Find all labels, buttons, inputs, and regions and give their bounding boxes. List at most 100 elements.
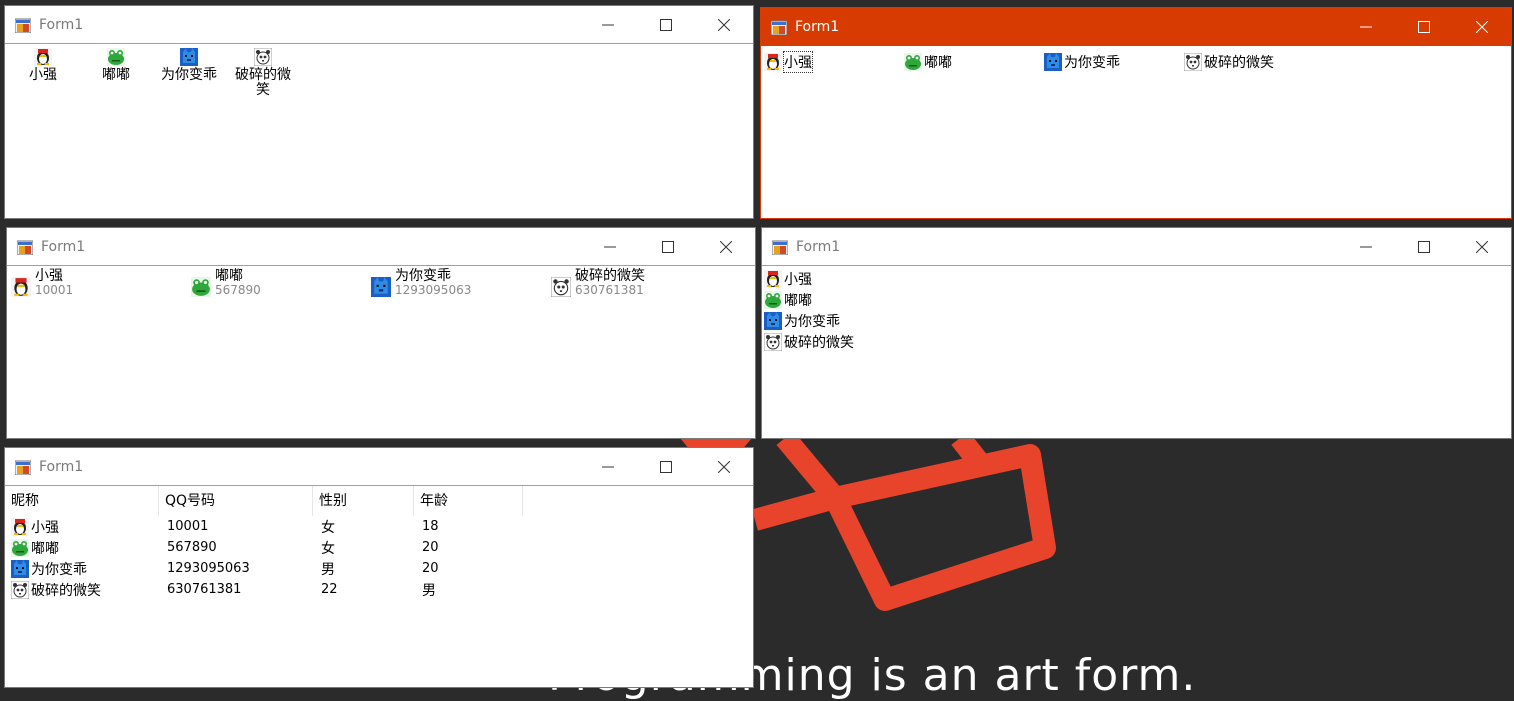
blue-cat-icon (764, 311, 782, 330)
close-button[interactable] (1453, 8, 1511, 45)
minimize-button[interactable] (1337, 8, 1395, 45)
item-qq-number: 567890 (215, 283, 261, 297)
title-bar[interactable]: Form1 (7, 228, 755, 266)
list-item[interactable]: 为你变乖 1293095063 (371, 269, 471, 297)
list-item[interactable]: 嘟嘟 (764, 289, 812, 310)
form1-window-details[interactable]: Form1 昵称 QQ号码 性别 年龄 小强 10001 女 18 嘟嘟 567… (4, 447, 754, 688)
list-item[interactable]: 为你变乖 (1044, 52, 1120, 72)
window-title: Form1 (39, 458, 84, 475)
title-bar[interactable]: Form1 (5, 448, 753, 486)
list-item[interactable]: 嘟嘟 567890 (191, 269, 261, 297)
panda-icon (764, 332, 782, 351)
form1-window-tile[interactable]: Form1 小强 10001 嘟嘟 567890 为你变乖 1293095063… (6, 227, 756, 439)
item-label: 嘟嘟 (102, 67, 130, 83)
green-frog-icon (764, 290, 782, 309)
form1-window-list[interactable]: Form1 小强 嘟嘟 为你变乖 破碎的微笑 (761, 227, 1512, 439)
blue-cat-icon (1044, 53, 1062, 71)
listview-tile[interactable]: 小强 10001 嘟嘟 567890 为你变乖 1293095063 破碎的微笑… (7, 266, 755, 438)
table-row[interactable]: 破碎的微笑 630761381 22 男 (5, 579, 753, 600)
list-item[interactable]: 小强 10001 (11, 269, 73, 297)
cell-age: 20 (422, 561, 439, 576)
close-button[interactable] (697, 228, 755, 265)
close-icon (1476, 20, 1488, 33)
minimize-button[interactable] (1337, 228, 1395, 265)
item-label-line-2: 笑 (256, 82, 270, 98)
column-header-gender[interactable]: 性别 (313, 486, 414, 516)
listview-list[interactable]: 小强 嘟嘟 为你变乖 破碎的微笑 (762, 266, 1511, 438)
list-item[interactable]: 破碎的微 笑 (227, 48, 299, 98)
close-button[interactable] (1453, 228, 1511, 265)
item-name: 破碎的微笑 (575, 268, 645, 284)
green-frog-icon (904, 53, 922, 71)
minimize-icon (604, 246, 616, 247)
minimize-button[interactable] (579, 448, 637, 485)
list-item[interactable]: 为你变乖 (764, 310, 840, 331)
column-header-age[interactable]: 年龄 (414, 486, 523, 516)
table-row[interactable]: 嘟嘟 567890 女 20 (5, 537, 753, 558)
cell-qq-number: 10001 (167, 519, 209, 534)
cell-age: 男 (422, 582, 436, 599)
cell-qq-number: 567890 (167, 540, 217, 555)
minimize-icon (602, 466, 614, 467)
list-item[interactable]: 小强 (764, 51, 813, 73)
form1-window-large-icon[interactable]: Form1 小强 嘟嘟 为你变乖 破碎的微 笑 (4, 5, 754, 219)
maximize-button[interactable] (1395, 8, 1453, 45)
maximize-icon (662, 240, 674, 253)
cell-gender: 女 (321, 519, 335, 536)
close-icon (1476, 240, 1488, 253)
list-item[interactable]: 破碎的微笑 (1184, 52, 1274, 72)
maximize-icon (660, 460, 672, 473)
blue-cat-icon (371, 277, 391, 297)
close-button[interactable] (695, 448, 753, 485)
column-header-row: 昵称 QQ号码 性别 年龄 (5, 486, 753, 516)
cell-nickname: 破碎的微笑 (31, 582, 101, 599)
app-icon (771, 20, 787, 35)
close-button[interactable] (695, 6, 753, 43)
window-title: Form1 (796, 238, 841, 255)
green-frog-icon (107, 48, 125, 66)
qq-penguin-icon (11, 277, 31, 297)
item-label: 嘟嘟 (784, 292, 812, 309)
cell-gender: 女 (321, 540, 335, 557)
list-item[interactable]: 嘟嘟 (80, 48, 152, 83)
cell-gender: 22 (321, 582, 338, 597)
window-title: Form1 (41, 238, 86, 255)
minimize-button[interactable] (579, 6, 637, 43)
listview-large-icon[interactable]: 小强 嘟嘟 为你变乖 破碎的微 笑 (5, 44, 753, 218)
list-item[interactable]: 破碎的微笑 630761381 (551, 269, 645, 297)
maximize-button[interactable] (639, 228, 697, 265)
window-title: Form1 (795, 18, 840, 35)
column-header-qq-number[interactable]: QQ号码 (159, 486, 313, 516)
item-name: 小强 (35, 268, 63, 284)
list-item[interactable]: 破碎的微笑 (764, 331, 854, 352)
column-header-nickname[interactable]: 昵称 (5, 486, 159, 516)
cell-age: 18 (422, 519, 439, 534)
item-label: 小强 (783, 51, 813, 73)
panda-icon (254, 48, 272, 66)
form1-window-small-icon[interactable]: Form1 小强 嘟嘟 为你变乖 破碎的微笑 (760, 7, 1512, 219)
table-row[interactable]: 为你变乖 1293095063 男 20 (5, 558, 753, 579)
listview-details[interactable]: 昵称 QQ号码 性别 年龄 小强 10001 女 18 嘟嘟 567890 女 … (5, 486, 753, 687)
list-item[interactable]: 小强 (7, 48, 79, 83)
listview-small-icon[interactable]: 小强 嘟嘟 为你变乖 破碎的微笑 (761, 46, 1511, 218)
title-bar[interactable]: Form1 (762, 228, 1511, 266)
maximize-button[interactable] (637, 448, 695, 485)
app-icon (772, 240, 788, 255)
list-item[interactable]: 为你变乖 (153, 48, 225, 83)
panda-icon (1184, 53, 1202, 71)
list-item[interactable]: 小强 (764, 268, 812, 289)
item-label: 为你变乖 (161, 67, 217, 83)
cell-nickname: 小强 (31, 519, 59, 536)
title-bar[interactable]: Form1 (761, 8, 1511, 46)
item-label: 小强 (29, 67, 57, 83)
blue-cat-icon (180, 48, 198, 66)
title-bar[interactable]: Form1 (5, 6, 753, 44)
maximize-button[interactable] (1395, 228, 1453, 265)
maximize-button[interactable] (637, 6, 695, 43)
item-label-line-1: 破碎的微 (235, 67, 291, 83)
minimize-icon (1360, 26, 1372, 27)
minimize-button[interactable] (581, 228, 639, 265)
list-item[interactable]: 嘟嘟 (904, 52, 952, 72)
table-row[interactable]: 小强 10001 女 18 (5, 516, 753, 537)
cell-nickname: 嘟嘟 (31, 540, 59, 557)
